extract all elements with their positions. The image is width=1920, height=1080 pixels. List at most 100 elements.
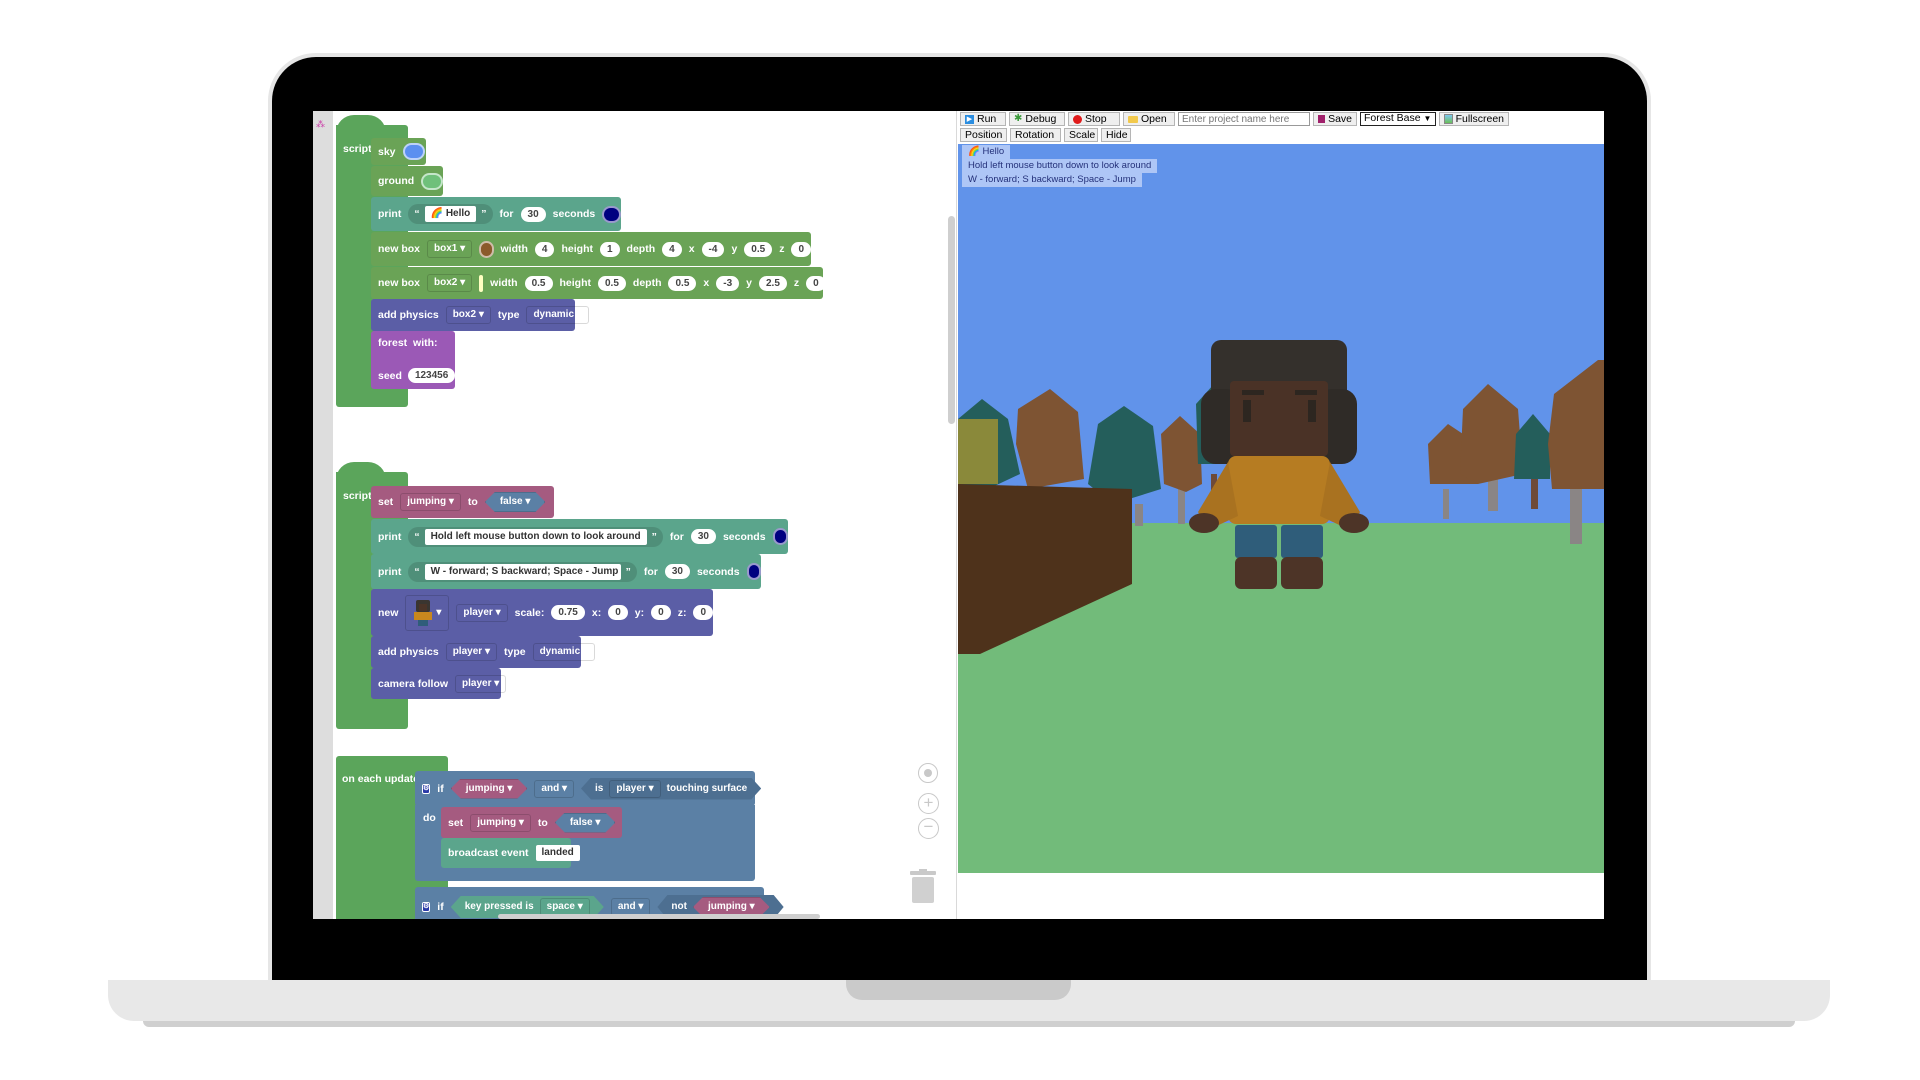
depth-field[interactable]: 4 — [662, 241, 682, 257]
scene-select[interactable]: Forest Base ▼ — [1360, 112, 1436, 126]
width-field[interactable]: 0.5 — [524, 275, 553, 291]
zoom-out-icon[interactable]: − — [918, 818, 939, 839]
trash-icon[interactable] — [910, 869, 936, 903]
z-field[interactable]: 0 — [791, 241, 811, 257]
position-button[interactable]: Position — [960, 128, 1007, 142]
if-landed-block[interactable]: ⚙ if jumping and is player touching surf… — [415, 771, 755, 806]
touching-surface-condition[interactable]: is player touching surface — [581, 778, 761, 800]
workspace-horizontal-scrollbar[interactable] — [498, 914, 820, 919]
add-physics-player-block[interactable]: add physics player type dynamic — [371, 636, 595, 668]
new-box2-block[interactable]: new box box2 width 0.5 height 0.5 depth 0.5… — [371, 267, 826, 299]
fullscreen-label: Fullscreen — [1455, 113, 1504, 125]
workspace-vertical-scrollbar[interactable] — [948, 216, 955, 424]
condition-variable-dropdown[interactable]: jumping — [451, 779, 528, 799]
stop-button[interactable]: Stop — [1068, 112, 1120, 126]
seed-row: seed 123456 — [378, 368, 456, 383]
y-field[interactable]: 0.5 — [744, 241, 773, 257]
print-controls-block[interactable]: print “ W - forward; S backward; Space -… — [371, 554, 761, 589]
print-look-around-block[interactable]: print “ Hold left mouse button down to l… — [371, 519, 788, 554]
run-panel: ▶Run ✱Debug Stop Open Save Forest Base ▼… — [957, 111, 1604, 919]
y-field[interactable]: 2.5 — [758, 275, 787, 291]
physics-target-dropdown[interactable]: box2 — [445, 306, 491, 324]
seed-field[interactable]: 123456 — [407, 368, 456, 383]
fullscreen-button[interactable]: Fullscreen — [1439, 112, 1509, 126]
print-label: print — [378, 530, 402, 543]
print-color-swatch[interactable] — [602, 205, 621, 223]
add-physics-box2-block[interactable]: add physics box2 type dynamic — [371, 299, 589, 331]
physics-type-dropdown[interactable]: dynamic — [526, 306, 589, 324]
z-field[interactable]: 0 — [693, 605, 713, 620]
width-field[interactable]: 4 — [534, 241, 555, 257]
model-dropdown[interactable] — [405, 594, 450, 631]
print-text-field[interactable]: Hold left mouse button down to look arou… — [424, 528, 647, 545]
close-quote-icon: ” — [651, 530, 657, 543]
physics-type-dropdown[interactable]: dynamic — [532, 643, 595, 661]
print-text-field[interactable]: 🌈 Hello — [424, 206, 477, 222]
box1-color-swatch[interactable] — [479, 240, 494, 258]
x-field[interactable]: 0 — [608, 605, 628, 620]
print-hello-block[interactable]: print “ 🌈 Hello ” for 30 seconds — [371, 197, 621, 231]
seconds-field[interactable]: 30 — [690, 529, 716, 544]
set-jumping-false-block[interactable]: set jumping to false — [441, 807, 622, 838]
box2-color-swatch[interactable] — [479, 274, 484, 292]
game-canvas[interactable]: 🌈 Hello Hold left mouse button down to l… — [958, 144, 1604, 873]
ground-color-swatch[interactable] — [421, 172, 443, 190]
physics-target-dropdown[interactable]: player — [445, 643, 497, 661]
project-name-input[interactable] — [1178, 112, 1310, 126]
toolbox-strip[interactable]: ⁂ — [313, 111, 333, 919]
block-editor-workspace[interactable]: ⁂ script sky ground print “ 🌈 Hello ” fo… — [313, 111, 956, 919]
width-label: width — [490, 277, 518, 289]
x-field[interactable]: -4 — [701, 241, 725, 257]
z-field[interactable]: 0 — [806, 275, 826, 291]
save-button[interactable]: Save — [1313, 112, 1357, 126]
sky-block[interactable]: sky — [371, 138, 426, 165]
ground-block[interactable]: ground — [371, 166, 443, 196]
new-box1-block[interactable]: new box box1 width 4 height 1 depth 4 x -4 y… — [371, 232, 811, 266]
rotation-button[interactable]: Rotation — [1010, 128, 1061, 142]
sky-color-swatch[interactable] — [402, 143, 425, 160]
new-player-block[interactable]: new player scale: 0.75 x: 0 y: 0 z: 0 — [371, 589, 713, 636]
debug-button[interactable]: ✱ Debug — [1009, 112, 1065, 126]
box-name-dropdown[interactable]: box2 — [427, 274, 473, 292]
gear-icon[interactable]: ⚙ — [422, 902, 431, 912]
box-name-dropdown[interactable]: box1 — [427, 240, 473, 258]
event-name-field[interactable]: landed — [535, 845, 580, 861]
boolean-dropdown[interactable]: false — [485, 492, 546, 512]
print-color-swatch[interactable] — [772, 528, 788, 545]
seconds-field[interactable]: 30 — [664, 564, 690, 579]
open-quote-icon: “ — [414, 208, 420, 220]
variable-dropdown[interactable]: jumping — [400, 493, 461, 511]
hide-button[interactable]: Hide — [1101, 128, 1131, 142]
y-field[interactable]: 0 — [651, 605, 671, 620]
seconds-field[interactable]: 30 — [520, 206, 546, 222]
forest-block[interactable]: forest with: seed 123456 — [371, 331, 456, 389]
height-field[interactable]: 0.5 — [598, 275, 626, 291]
touch-target-dropdown[interactable]: player — [609, 780, 660, 798]
print-color-swatch[interactable] — [746, 563, 761, 580]
camera-target-dropdown[interactable]: player — [455, 674, 507, 693]
hud-message: W - forward; S backward; Space - Jump — [962, 173, 1142, 187]
x-field[interactable]: -3 — [716, 275, 740, 291]
object-name-dropdown[interactable]: player — [456, 603, 508, 622]
zoom-in-icon[interactable]: + — [918, 793, 939, 814]
depth-field[interactable]: 0.5 — [668, 275, 697, 291]
boolean-dropdown[interactable]: false — [555, 813, 616, 833]
run-button[interactable]: ▶ Run — [960, 112, 1006, 126]
print-text-field[interactable]: W - forward; S backward; Space - Jump — [424, 563, 621, 580]
logic-operator-dropdown[interactable]: and — [534, 779, 574, 798]
set-label: set — [378, 496, 394, 508]
scale-field[interactable]: 0.75 — [551, 605, 585, 620]
to-label: to — [467, 496, 478, 508]
folder-icon — [1128, 115, 1138, 123]
broadcast-event-block[interactable]: broadcast event landed — [441, 838, 580, 868]
z-label: z — [793, 277, 800, 289]
set-jumping-block[interactable]: set jumping to false — [371, 486, 554, 518]
camera-follow-block[interactable]: camera follow player — [371, 668, 507, 699]
rainbow-icon: 🌈 — [430, 208, 444, 219]
gear-icon[interactable]: ⚙ — [422, 783, 431, 794]
height-field[interactable]: 1 — [599, 241, 620, 257]
variable-dropdown[interactable]: jumping — [470, 813, 531, 832]
scale-button[interactable]: Scale — [1064, 128, 1098, 142]
open-button[interactable]: Open — [1123, 112, 1175, 126]
recenter-icon[interactable] — [918, 763, 938, 783]
